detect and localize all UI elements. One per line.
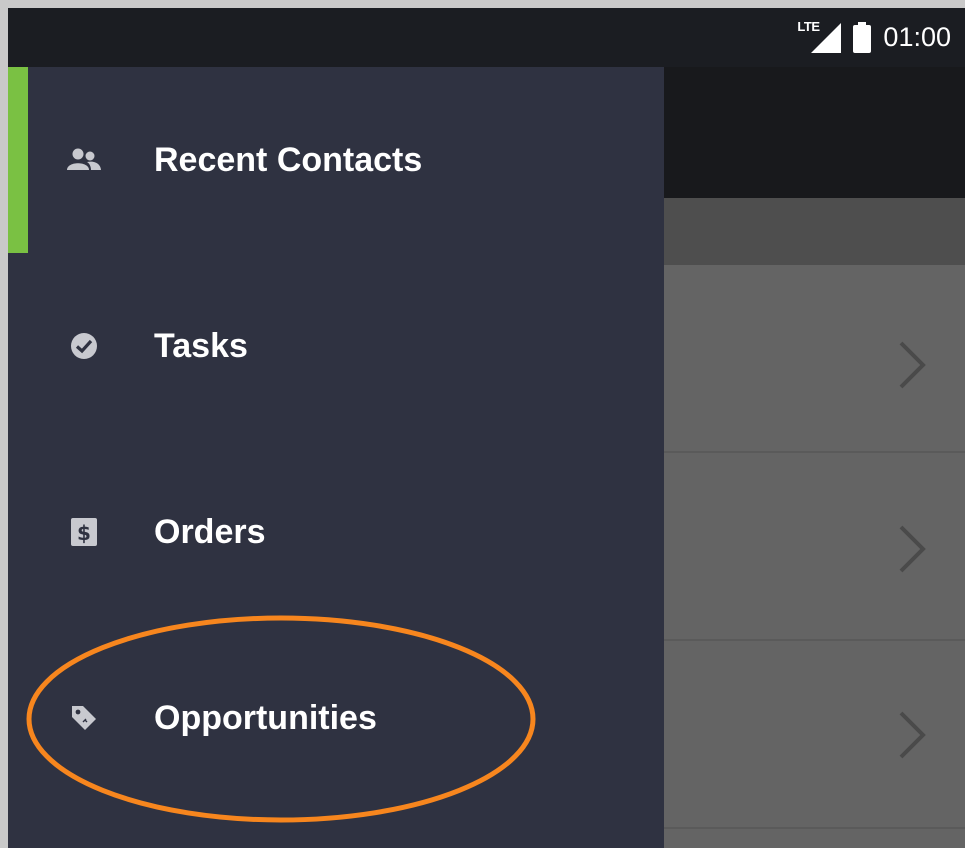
nav-item-tasks[interactable]: Tasks [8, 253, 664, 439]
chevron-right-icon [899, 525, 926, 573]
nav-item-orders[interactable]: $ Orders [8, 439, 664, 625]
status-time: 01:00 [883, 22, 951, 52]
dollar-icon: $ [64, 512, 104, 552]
check-circle-icon [64, 326, 104, 366]
nav-item-label: Opportunities [154, 698, 377, 737]
status-icons: LTE 01:00 [797, 8, 951, 67]
tag-icon [64, 698, 104, 738]
lte-signal-icon: LTE [797, 19, 842, 53]
chevron-right-icon [899, 341, 926, 389]
nav-item-label: Tasks [154, 326, 248, 365]
navigation-drawer: Recent Contacts Tasks $ Orders Opportuni… [8, 67, 664, 848]
battery-icon [853, 22, 872, 53]
chevron-right-icon [899, 711, 926, 759]
nav-item-opportunities[interactable]: Opportunities [8, 625, 664, 811]
network-type-label: LTE [797, 18, 820, 34]
phone-screen: LTE 01:00 Recent Contacts Tasks $ Orders… [8, 8, 965, 848]
contacts-icon [64, 140, 104, 180]
svg-text:$: $ [77, 521, 91, 545]
nav-item-label: Orders [154, 512, 266, 551]
nav-item-label: Recent Contacts [154, 140, 423, 179]
status-bar: LTE 01:00 [8, 8, 965, 67]
nav-item-recent-contacts[interactable]: Recent Contacts [8, 67, 664, 253]
